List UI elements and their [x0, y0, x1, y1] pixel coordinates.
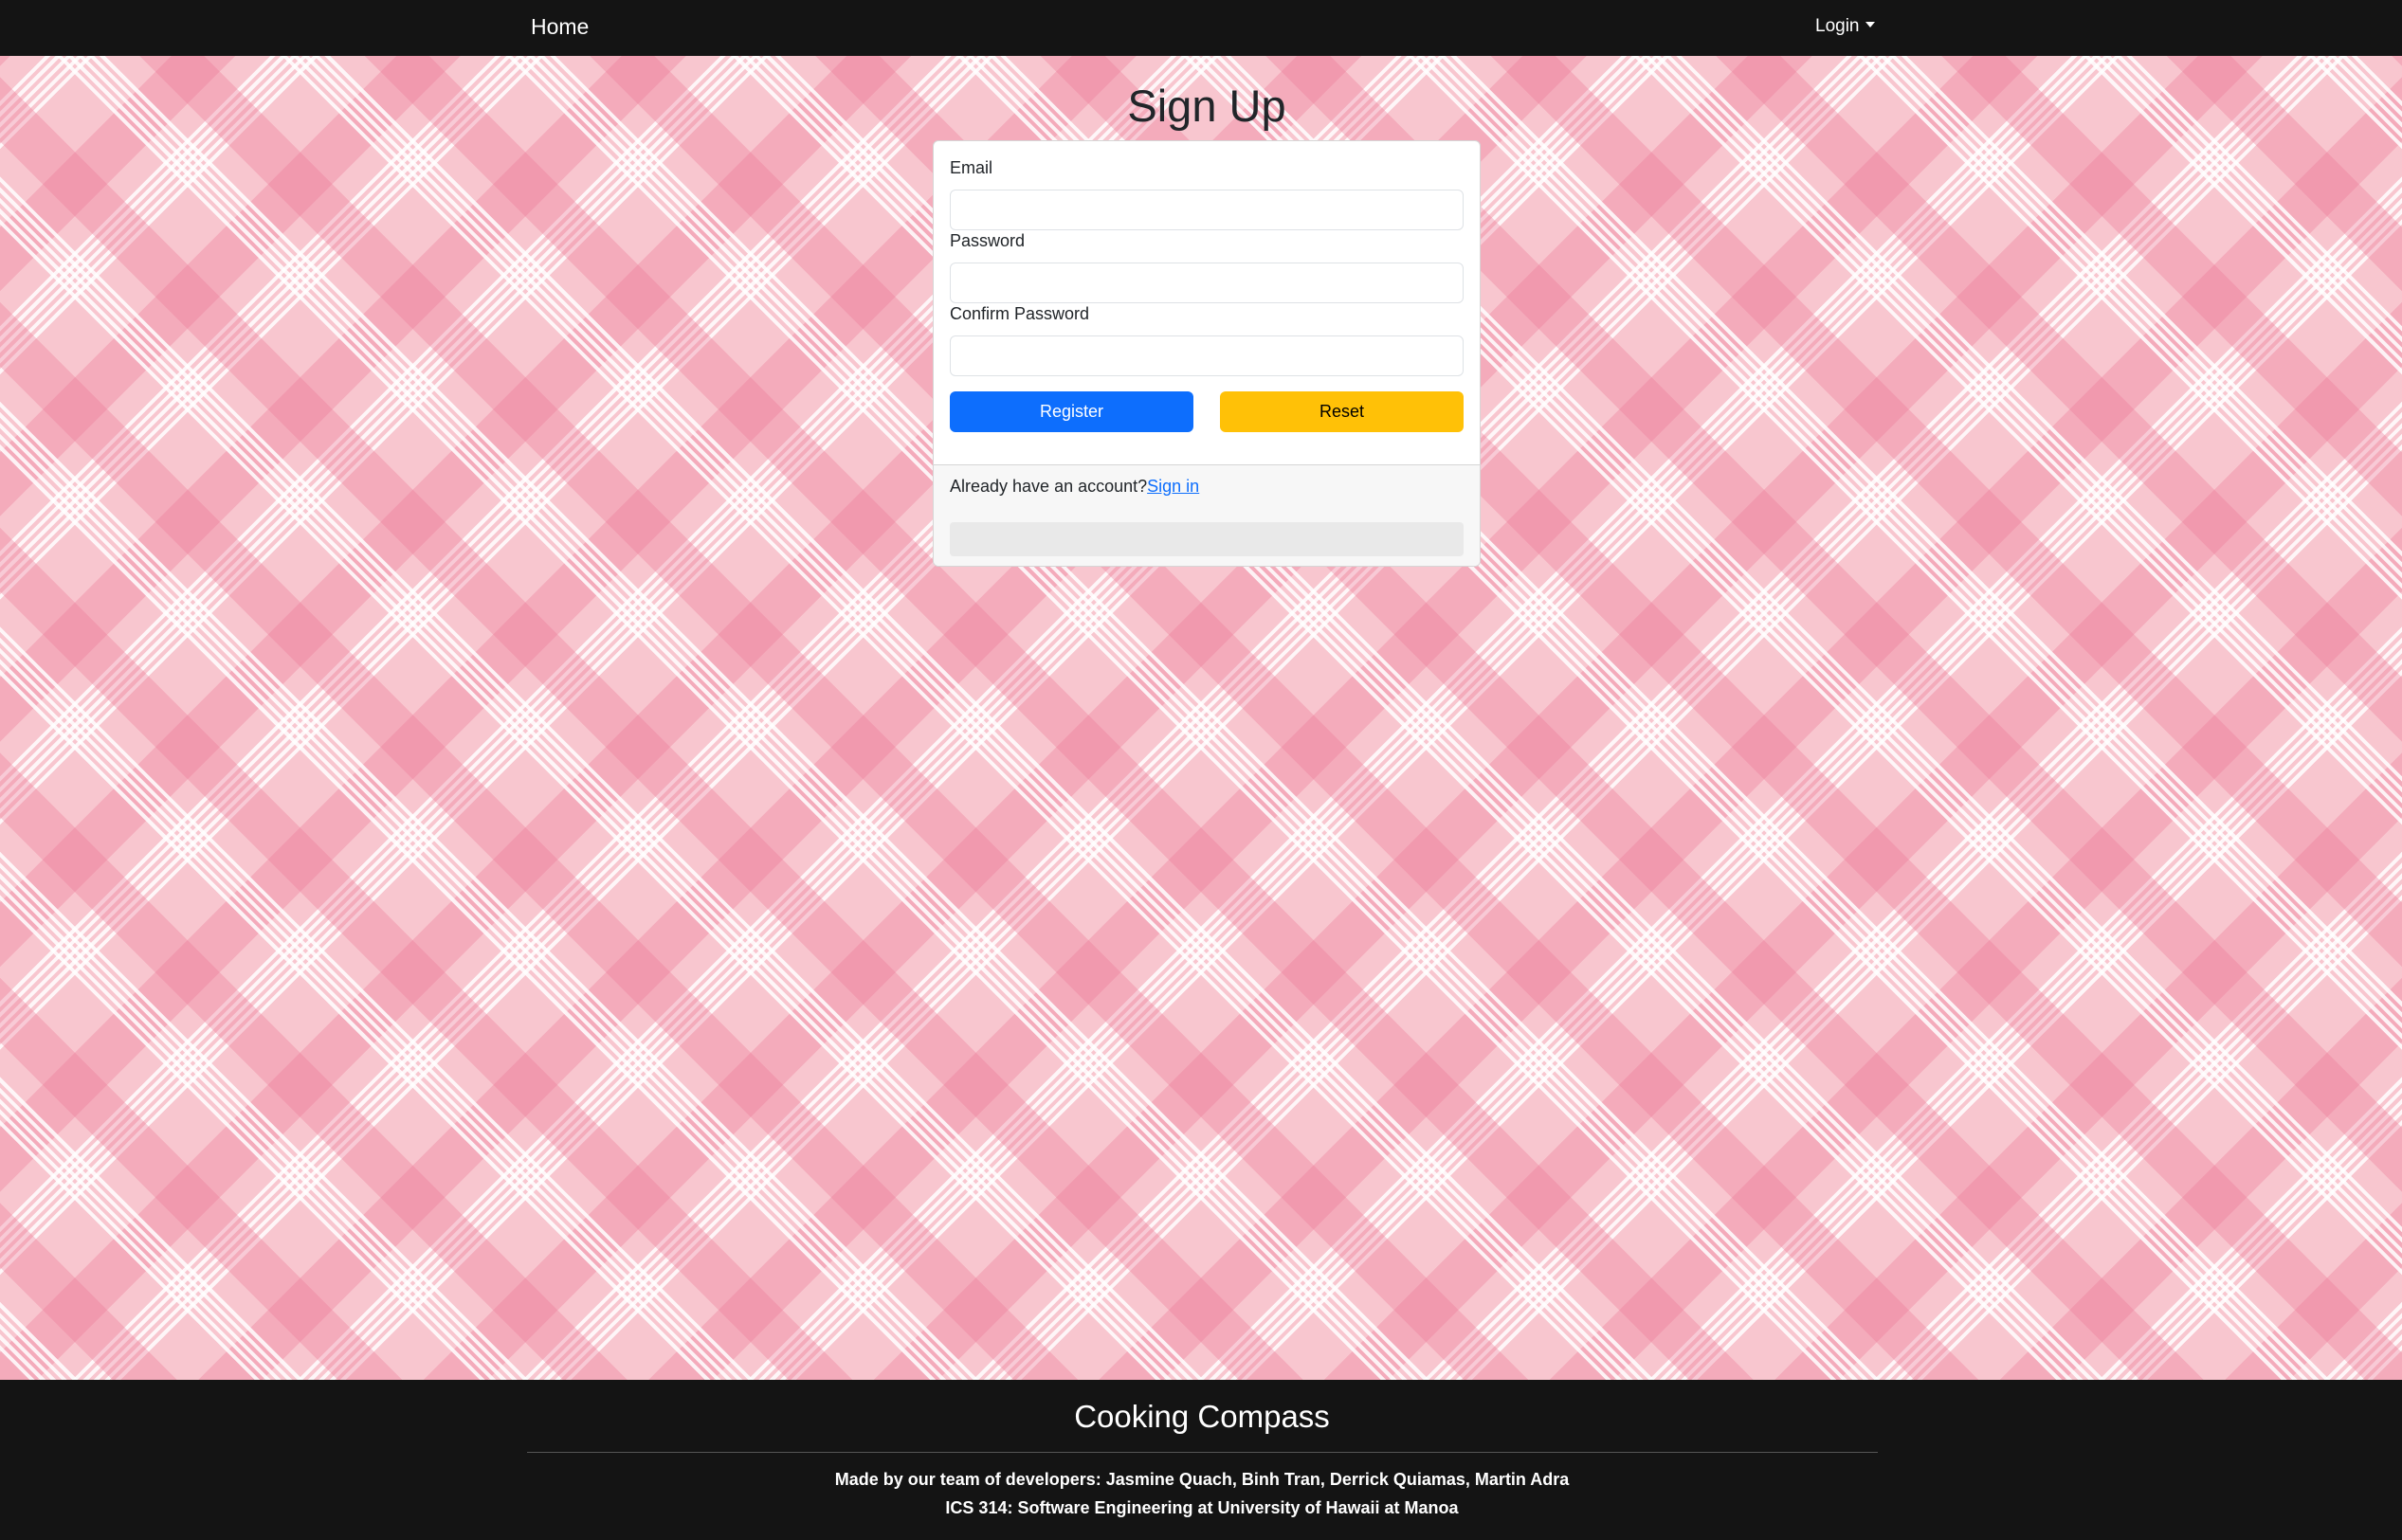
login-dropdown[interactable]: Login	[1815, 14, 1875, 39]
register-button[interactable]: Register	[950, 391, 1193, 432]
navbar: Home Login	[0, 0, 2402, 56]
card-footer: Already have an account?Sign in	[934, 464, 1480, 566]
confirm-password-label: Confirm Password	[950, 304, 1090, 323]
footer-credits: Made by our team of developers: Jasmine …	[834, 1470, 1570, 1489]
footer-course: ICS 314: Software Engineering at Univers…	[945, 1498, 1459, 1517]
footer-brand: Cooking Compass	[1074, 1399, 1330, 1434]
email-field[interactable]	[950, 190, 1464, 230]
error-message-placeholder	[950, 522, 1464, 556]
password-label: Password	[950, 231, 1026, 250]
page-title: Sign Up	[1127, 81, 1286, 131]
chevron-down-icon	[1865, 22, 1875, 27]
footer-divider	[527, 1452, 1878, 1453]
page-footer: Cooking Compass Made by our team of deve…	[0, 1380, 2402, 1540]
signup-card: Email Password Confirm Password Register…	[933, 140, 1481, 567]
signin-prompt: Already have an account?Sign in	[950, 475, 1199, 498]
signup-form: Email Password Confirm Password Register…	[934, 141, 1480, 465]
confirm-password-field[interactable]	[950, 335, 1464, 376]
nav-home-link[interactable]: Home	[531, 12, 589, 41]
login-label: Login	[1815, 16, 1860, 36]
signin-prompt-text: Already have an account?	[950, 477, 1148, 496]
reset-button[interactable]: Reset	[1220, 391, 1464, 432]
password-field[interactable]	[950, 263, 1464, 303]
email-label: Email	[950, 158, 993, 177]
signin-link[interactable]: Sign in	[1147, 477, 1199, 496]
